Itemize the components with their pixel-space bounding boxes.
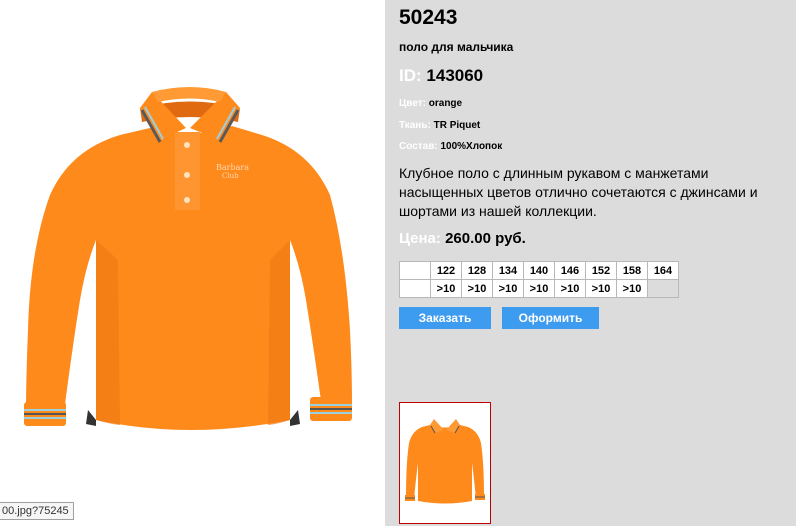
order-button[interactable]: Заказать <box>399 307 491 329</box>
price-value: 260.00 руб. <box>445 230 526 247</box>
stock-cell[interactable]: >10 <box>430 279 462 298</box>
svg-text:Barbara: Barbara <box>216 163 249 172</box>
product-subtitle: поло для мальчика <box>399 40 514 54</box>
color-label: Цвет: <box>399 98 426 109</box>
product-article: 50243 <box>399 6 458 29</box>
stock-cell-unavailable <box>647 279 679 298</box>
fabric-value: TR Piquet <box>433 120 481 131</box>
composition-label: Состав: <box>399 141 438 152</box>
price-label: Цена: <box>399 230 441 247</box>
stock-corner-cell <box>399 279 431 298</box>
color-row: Цвет: orange <box>399 98 462 109</box>
image-url-status: 00.jpg?75245 <box>0 502 74 520</box>
polo-shirt-image: Barbara Club <box>24 87 352 430</box>
polo-thumbnail-image <box>405 419 485 504</box>
stock-cell[interactable]: >10 <box>492 279 524 298</box>
size-cell: 134 <box>492 261 524 280</box>
composition-row: Состав: 100%Хлопок <box>399 141 502 152</box>
color-value: orange <box>428 98 463 109</box>
composition-value: 100%Хлопок <box>440 141 503 152</box>
svg-text:Club: Club <box>222 172 239 180</box>
fabric-row: Ткань: TR Piquet <box>399 120 480 131</box>
stock-cell[interactable]: >10 <box>585 279 617 298</box>
product-photo[interactable]: Barbara Club <box>0 0 385 526</box>
stock-cell[interactable]: >10 <box>616 279 648 298</box>
product-price: Цена: 260.00 руб. <box>399 230 526 247</box>
size-cell: 140 <box>523 261 555 280</box>
stock-cell[interactable]: >10 <box>461 279 493 298</box>
product-description: Клубное поло с длинным рукавом с манжета… <box>399 165 758 219</box>
stock-row: >10 >10 >10 >10 >10 >10 >10 <box>399 279 679 298</box>
stock-cell[interactable]: >10 <box>554 279 586 298</box>
size-cell: 158 <box>616 261 648 280</box>
size-cell: 146 <box>554 261 586 280</box>
fabric-label: Ткань: <box>399 120 431 131</box>
size-cell: 152 <box>585 261 617 280</box>
size-cell: 122 <box>430 261 462 280</box>
size-table: 122 128 134 140 146 152 158 164 >10 >10 … <box>399 261 679 298</box>
product-id: ID: 143060 <box>399 66 483 86</box>
size-header-row: 122 128 134 140 146 152 158 164 <box>399 261 679 280</box>
id-value: 143060 <box>426 66 484 85</box>
product-thumbnail[interactable] <box>399 402 491 524</box>
size-corner-cell <box>399 261 431 280</box>
size-cell: 128 <box>461 261 493 280</box>
stock-cell[interactable]: >10 <box>523 279 555 298</box>
id-label: ID: <box>399 66 422 85</box>
checkout-button[interactable]: Оформить <box>502 307 599 329</box>
size-cell: 164 <box>647 261 679 280</box>
